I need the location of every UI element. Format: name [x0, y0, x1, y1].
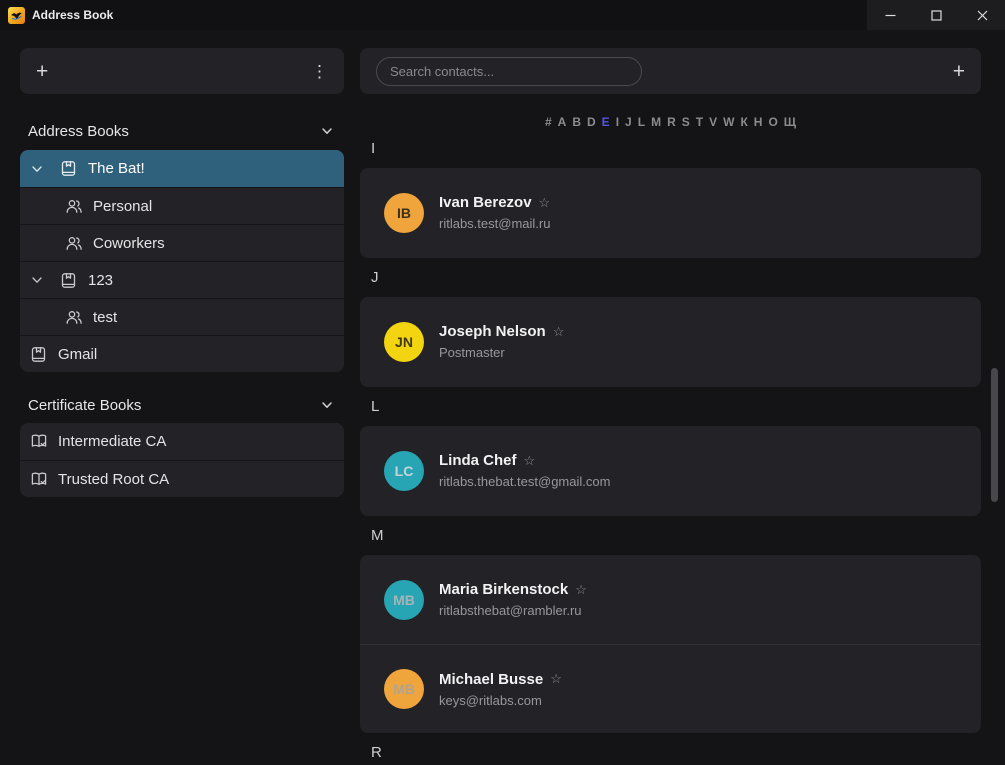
avatar: JN	[384, 322, 424, 362]
address-book-window: Address Book + ⋮ Address Books	[0, 0, 1005, 765]
contact-list-panel: + #ABDEIJLMRSTVWКНОЩ I IB Ivan Berezov ☆…	[360, 0, 981, 765]
alphabet-letter[interactable]: Щ	[784, 115, 796, 129]
address-books-header[interactable]: Address Books	[20, 118, 344, 144]
contact-detail: ritlabs.thebat.test@gmail.com	[439, 474, 610, 489]
sidebar-item-label: Trusted Root CA	[58, 471, 169, 488]
contact-row-joseph-nelson[interactable]: JN Joseph Nelson ☆ Postmaster	[360, 297, 981, 386]
sidebar-item-gmail[interactable]: Gmail	[20, 335, 344, 372]
sidebar-item-intermediate-ca[interactable]: Intermediate CA	[20, 423, 344, 460]
favorite-star-icon[interactable]: ☆	[550, 671, 562, 687]
group-letter: R	[371, 744, 382, 761]
sidebar-item-label: Personal	[93, 198, 152, 215]
certificate-books-header[interactable]: Certificate Books	[20, 392, 344, 418]
contact-row-ivan-berezov[interactable]: IB Ivan Berezov ☆ ritlabs.test@mail.ru	[360, 168, 981, 257]
address-book-icon	[30, 346, 49, 363]
group-letter: M	[371, 527, 384, 544]
avatar: IB	[384, 193, 424, 233]
address-books-tree: The Bat! Personal	[20, 150, 344, 372]
alphabet-letter[interactable]: R	[667, 115, 676, 129]
alphabet-letter[interactable]: К	[740, 115, 747, 129]
window-title: Address Book	[32, 8, 113, 22]
alphabet-letter[interactable]: M	[651, 115, 661, 129]
certificate-book-icon	[30, 433, 49, 450]
avatar: MB	[384, 669, 424, 709]
add-contact-button[interactable]: +	[953, 61, 965, 82]
search-input[interactable]	[376, 57, 642, 86]
alphabet-letter[interactable]: L	[638, 115, 645, 129]
contact-detail: Postmaster	[439, 345, 564, 360]
sidebar-item-label: Gmail	[58, 346, 97, 363]
sidebar-item-label: 123	[88, 272, 113, 289]
contact-name: Ivan Berezov	[439, 194, 532, 211]
add-book-button[interactable]: +	[36, 61, 48, 82]
sidebar-item-label: Intermediate CA	[58, 433, 166, 450]
contact-group-icon	[65, 309, 84, 326]
contact-detail: ritlabs.test@mail.ru	[439, 216, 550, 231]
alphabet-letter[interactable]: Н	[754, 115, 763, 129]
alphabet-letter-active[interactable]: E	[602, 115, 610, 129]
sidebar: + ⋮ Address Books The Bat!	[20, 48, 344, 497]
contact-name: Joseph Nelson	[439, 323, 546, 340]
favorite-star-icon[interactable]: ☆	[553, 324, 565, 340]
contact-row-michael-busse[interactable]: MB Michael Busse ☆ keys@ritlabs.com	[360, 644, 981, 733]
favorite-star-icon[interactable]: ☆	[524, 453, 536, 469]
vertical-scrollbar-thumb[interactable]	[991, 368, 998, 502]
certificate-book-icon	[30, 471, 49, 488]
contact-detail: keys@ritlabs.com	[439, 693, 562, 708]
contact-row-linda-chef[interactable]: LC Linda Chef ☆ ritlabs.thebat.test@gmai…	[360, 426, 981, 515]
alphabet-letter[interactable]: T	[696, 115, 703, 129]
chevron-down-icon	[320, 398, 334, 412]
avatar: MB	[384, 580, 424, 620]
sidebar-item-personal[interactable]: Personal	[20, 187, 344, 224]
alphabet-letter[interactable]: J	[625, 115, 632, 129]
alphabet-letter[interactable]: #	[545, 115, 552, 129]
alphabet-letter[interactable]: B	[572, 115, 581, 129]
more-menu-button[interactable]: ⋮	[311, 63, 328, 80]
sidebar-item-trusted-root-ca[interactable]: Trusted Root CA	[20, 460, 344, 497]
sidebar-item-label: Coworkers	[93, 235, 165, 252]
alphabet-letter[interactable]: I	[616, 115, 619, 129]
contact-row-maria-birkenstock[interactable]: MB Maria Birkenstock ☆ ritlabsthebat@ram…	[360, 555, 981, 644]
sidebar-item-label: The Bat!	[88, 160, 145, 177]
contact-detail: ritlabsthebat@rambler.ru	[439, 603, 587, 618]
certificate-books-header-label: Certificate Books	[28, 397, 141, 414]
alphabet-letter[interactable]: S	[682, 115, 690, 129]
sidebar-toolbar: + ⋮	[20, 48, 344, 94]
search-toolbar: +	[360, 48, 981, 94]
contact-card: JN Joseph Nelson ☆ Postmaster	[360, 297, 981, 387]
avatar: LC	[384, 451, 424, 491]
address-books-header-label: Address Books	[28, 123, 129, 140]
group-letter: I	[371, 140, 375, 157]
chevron-down-icon[interactable]	[30, 273, 46, 287]
contact-name: Maria Birkenstock	[439, 581, 568, 598]
contact-group-icon	[65, 198, 84, 215]
sidebar-item-the-bat[interactable]: The Bat!	[20, 150, 344, 187]
contact-card: IB Ivan Berezov ☆ ritlabs.test@mail.ru	[360, 168, 981, 258]
address-book-icon	[60, 272, 79, 289]
sidebar-item-123[interactable]: 123	[20, 261, 344, 298]
favorite-star-icon[interactable]: ☆	[539, 195, 551, 211]
chevron-down-icon	[320, 124, 334, 138]
certificate-books-list: Intermediate CA Trusted Root CA	[20, 423, 344, 497]
alphabet-letter[interactable]: W	[723, 115, 734, 129]
chevron-down-icon[interactable]	[30, 162, 46, 176]
sidebar-item-test[interactable]: test	[20, 298, 344, 335]
sidebar-item-coworkers[interactable]: Coworkers	[20, 224, 344, 261]
app-logo-thebat-icon	[8, 7, 25, 24]
alphabet-letter[interactable]: D	[587, 115, 596, 129]
alphabet-letter[interactable]: A	[558, 115, 567, 129]
alphabet-letter[interactable]: V	[709, 115, 717, 129]
group-letter: J	[371, 269, 379, 286]
contact-name: Linda Chef	[439, 452, 517, 469]
address-book-icon	[60, 160, 79, 177]
favorite-star-icon[interactable]: ☆	[575, 582, 587, 598]
group-letter: L	[371, 398, 379, 415]
contact-name: Michael Busse	[439, 671, 543, 688]
contact-card: MB Maria Birkenstock ☆ ritlabsthebat@ram…	[360, 555, 981, 733]
alphabet-index: # ABDEIJLMRSTVWКНОЩ	[360, 115, 981, 129]
sidebar-item-label: test	[93, 309, 117, 326]
contact-card: LC Linda Chef ☆ ritlabs.thebat.test@gmai…	[360, 426, 981, 516]
alphabet-letter[interactable]: О	[768, 115, 777, 129]
contact-group-icon	[65, 235, 84, 252]
